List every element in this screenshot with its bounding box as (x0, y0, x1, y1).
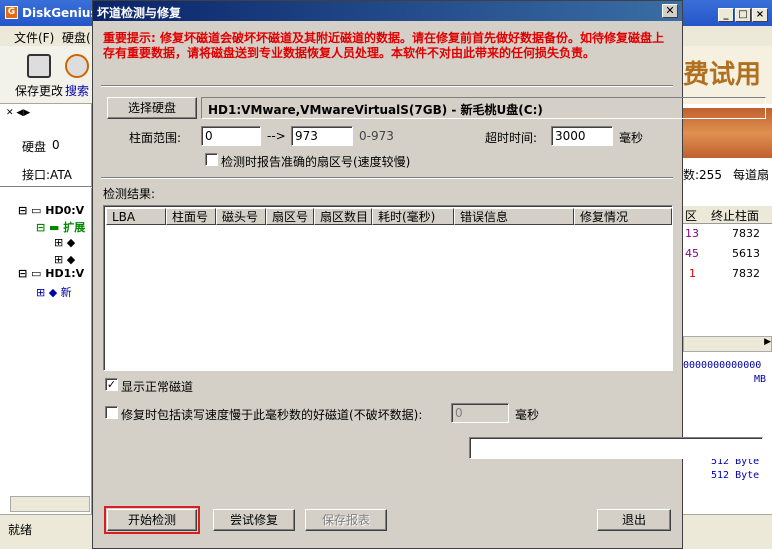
results-label: 检测结果: (103, 187, 156, 201)
timeout-unit: 毫秒 (619, 131, 644, 145)
tree-item-hd1[interactable]: ⊟ ▭ HD1:V (18, 267, 84, 280)
hex-value: 0000000000000 (683, 360, 762, 371)
minimize-button[interactable]: _ (718, 8, 734, 22)
save-changes-button[interactable]: 保存更改 (14, 52, 64, 100)
show-normal-tracks-checkbox[interactable]: ✓ (105, 378, 118, 391)
progress-bar (469, 437, 763, 459)
dialog-title-bar: 坏道检测与修复 ✕ (93, 1, 682, 21)
physical-sector-size: 512 Byte (711, 470, 760, 481)
tree-item-extended[interactable]: ⊟ ▬ 扩展 (36, 219, 85, 235)
disk-save-icon (27, 54, 51, 78)
timeout-input[interactable]: 3000 (551, 126, 613, 146)
promo-banner: 费试用 (683, 46, 772, 104)
table-row[interactable]: 45 5613 (683, 244, 772, 264)
right-scrollbar[interactable]: ▶ (683, 336, 772, 352)
results-table-header: LBA 柱面号 磁头号 扇区号 扇区数目 耗时(毫秒) 错误信息 修复情况 (106, 208, 672, 225)
col-lba[interactable]: LBA (106, 208, 166, 225)
mb-label: MB (753, 374, 766, 385)
col-repair[interactable]: 修复情况 (574, 208, 672, 225)
nav-arrows: ✕ ◀▶ (6, 108, 31, 118)
repair-slow-label[interactable]: 修复时包括读写速度慢于此毫秒数的好磁道(不破坏数据): (121, 406, 422, 423)
tree-item-partition-2[interactable]: ⊞ ◆ (54, 253, 75, 266)
left-panel: ✕ ◀▶ 硬盘 0 接口:ATA ⊟ ▭ HD0:V ⊟ ▬ 扩展 ⊞ ◆ ⊞ … (0, 104, 92, 514)
sectors-info: 每道扇 (733, 168, 770, 182)
menu-disk[interactable]: 硬盘( (62, 29, 91, 46)
cylinder-range-label: 柱面范围: (129, 131, 182, 145)
partition-rows: 13 7832 45 5613 1 7832 (683, 224, 772, 284)
save-report-button[interactable]: 保存报表 (305, 509, 387, 531)
table-row[interactable]: 13 7832 (683, 224, 772, 244)
divider (101, 177, 673, 179)
repair-slow-input[interactable]: 0 (451, 403, 509, 423)
repair-slow-unit: 毫秒 (515, 408, 540, 422)
report-exact-sector-checkbox[interactable] (205, 153, 218, 166)
disk-number: 0 (52, 138, 60, 152)
heads-info: 数:255 (683, 168, 722, 182)
col-sector-count[interactable]: 扇区数目 (314, 208, 372, 225)
select-disk-button[interactable]: 选择硬盘 (107, 97, 197, 119)
partition-table-header: 区终止柱面 (683, 206, 772, 224)
menu-file[interactable]: 文件(F) (14, 29, 54, 46)
results-table[interactable]: LBA 柱面号 磁头号 扇区号 扇区数目 耗时(毫秒) 错误信息 修复情况 (103, 205, 673, 371)
show-normal-tracks-label[interactable]: 显示正常磁道 (121, 378, 193, 395)
repair-slow-checkbox[interactable] (105, 406, 118, 419)
tree-item-new[interactable]: ⊞ ◆ 新 (36, 284, 72, 300)
cylinder-range-hint: 0-973 (359, 129, 394, 143)
divider (101, 85, 673, 87)
cylinder-start-input[interactable]: 0 (201, 126, 261, 146)
app-logo-icon: G (5, 6, 18, 19)
left-scrollbar[interactable] (10, 496, 90, 512)
col-head[interactable]: 磁头号 (216, 208, 266, 225)
disk-info: HD1:VMware,VMwareVirtualS(7GB) - 新毛桃U盘(C… (201, 97, 766, 119)
window-controls: _ □ × (717, 6, 768, 22)
col-cylinder[interactable]: 柱面号 (166, 208, 216, 225)
cylinder-end-input[interactable]: 973 (291, 126, 353, 146)
search-button[interactable]: 搜索 (62, 52, 92, 100)
status-text: 就绪 (8, 523, 33, 537)
search-icon (65, 54, 89, 78)
report-exact-sector-label[interactable]: 检测时报告准确的扇区号(速度较慢) (221, 153, 410, 170)
try-repair-button[interactable]: 尝试修复 (213, 509, 295, 531)
interface-label: 接口:ATA (22, 168, 72, 182)
col-time[interactable]: 耗时(毫秒) (372, 208, 454, 225)
start-detect-button[interactable]: 开始检测 (104, 506, 200, 534)
exit-button[interactable]: 退出 (597, 509, 671, 531)
warning-text: 重要提示: 修复坏磁道会破坏坏磁道及其附近磁道的数据。请在修复前首先做好数据备份… (103, 31, 664, 60)
dialog-title: 坏道检测与修复 (97, 6, 182, 20)
timeout-label: 超时时间: (485, 131, 538, 145)
tree-item-hd0[interactable]: ⊟ ▭ HD0:V (18, 204, 84, 217)
bad-track-dialog: 坏道检测与修复 ✕ 重要提示: 修复坏磁道会破坏坏磁道及其附近磁道的数据。请在修… (92, 0, 766, 549)
maximize-button[interactable]: □ (735, 8, 751, 22)
disk-label: 硬盘 (22, 140, 47, 154)
dialog-close-button[interactable]: ✕ (662, 4, 678, 18)
app-title: DiskGenius (22, 6, 98, 20)
col-sector[interactable]: 扇区号 (266, 208, 314, 225)
range-arrow: --> (267, 129, 286, 143)
col-error[interactable]: 错误信息 (454, 208, 574, 225)
tree-item-partition-1[interactable]: ⊞ ◆ (54, 236, 75, 249)
table-row[interactable]: 1 7832 (683, 264, 772, 284)
close-window-button[interactable]: × (752, 8, 768, 22)
